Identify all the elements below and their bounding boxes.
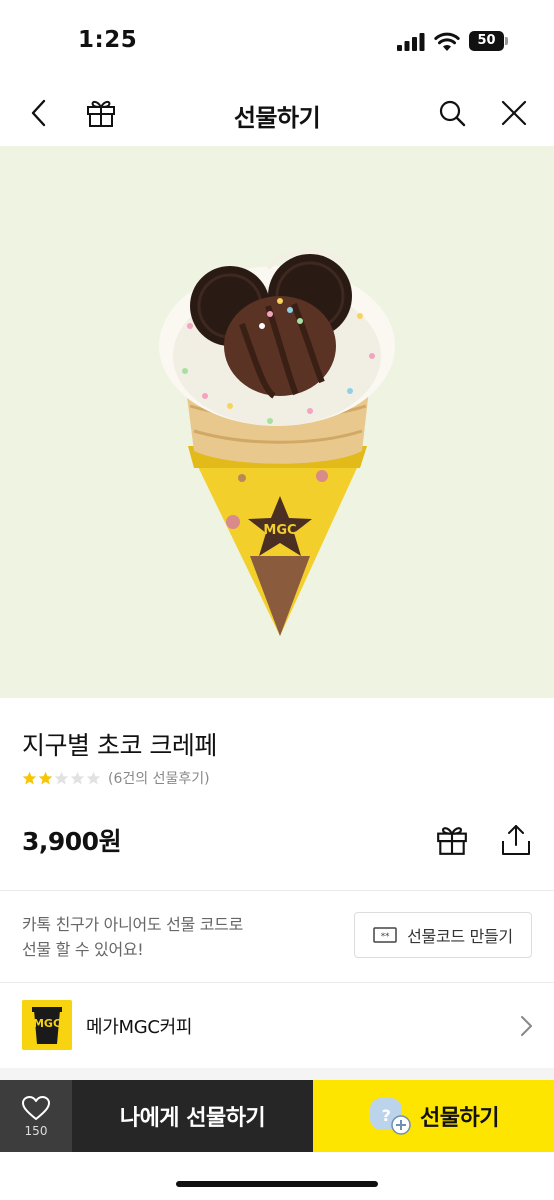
- gift-code-notice: 카톡 친구가 아니어도 선물 코드로 선물 할 수 있어요!: [22, 912, 322, 962]
- send-gift-button[interactable]: ? 선물하기: [313, 1080, 554, 1152]
- battery-icon: 50: [469, 31, 509, 51]
- create-gift-code-label: 선물코드 만들기: [407, 927, 513, 946]
- gift-box-icon: [437, 827, 467, 855]
- star-empty-icon: [70, 771, 85, 784]
- brand-logo-text: MGC: [33, 1017, 61, 1030]
- product-name: 지구별 초코 크레페: [22, 731, 217, 760]
- wish-count: 150: [24, 1123, 48, 1138]
- bottom-action-bar: 150 나에게 선물하기 ? 선물하기: [0, 1080, 554, 1152]
- brand-logo: MGC: [22, 1000, 72, 1050]
- gift-code-notice-line2: 선물 할 수 있어요!: [22, 940, 144, 959]
- send-gift-label: 선물하기: [420, 1106, 499, 1131]
- share-icon: [502, 825, 530, 855]
- crepe-ice-cream-cone-image: MGC: [159, 248, 395, 636]
- product-price: 3,900원: [22, 827, 122, 856]
- wish-button[interactable]: 150: [0, 1080, 72, 1152]
- wifi-icon: [434, 32, 460, 51]
- svg-text:MGC: MGC: [263, 523, 296, 538]
- gift-code-notice-line1: 카톡 친구가 아니어도 선물 코드로: [22, 915, 244, 934]
- status-bar: 1:25 50: [0, 0, 554, 80]
- nav-bar: 선물하기: [0, 80, 554, 146]
- share-button[interactable]: [496, 820, 536, 860]
- close-icon: [501, 100, 527, 126]
- create-gift-code-button[interactable]: ** 선물코드 만들기: [354, 912, 532, 958]
- gift-to-me-button[interactable]: 나에게 선물하기: [72, 1080, 313, 1152]
- brand-row[interactable]: MGC 메가MGC커피: [0, 984, 554, 1068]
- svg-text:?: ?: [382, 1106, 391, 1125]
- search-icon: [439, 100, 466, 127]
- ticket-icon: **: [373, 927, 397, 943]
- star-empty-icon: [54, 771, 69, 784]
- divider: [0, 890, 554, 891]
- signal-icon: [397, 33, 425, 51]
- rating-row[interactable]: (6건의 선물후기): [22, 768, 210, 788]
- svg-text:**: **: [381, 932, 390, 942]
- product-hero: MGC: [0, 146, 554, 698]
- star-filled-icon: [22, 771, 37, 784]
- status-time: 1:25: [78, 27, 138, 53]
- star-empty-icon: [86, 771, 101, 784]
- gift-wrap-button[interactable]: [432, 820, 472, 860]
- star-filled-icon: [38, 771, 53, 784]
- gift-to-me-label: 나에게 선물하기: [119, 1106, 266, 1131]
- section-gap: [0, 1068, 554, 1080]
- divider: [0, 982, 554, 983]
- chevron-right-icon: [521, 1016, 532, 1036]
- heart-icon: [22, 1095, 50, 1120]
- close-button[interactable]: [494, 93, 534, 133]
- home-indicator: [176, 1181, 378, 1187]
- battery-level: 50: [469, 31, 504, 51]
- search-button[interactable]: [432, 93, 472, 133]
- review-count[interactable]: (6건의 선물후기): [108, 768, 210, 788]
- brand-name: 메가MGC커피: [86, 1017, 193, 1038]
- friend-add-icon: ?: [370, 1098, 411, 1135]
